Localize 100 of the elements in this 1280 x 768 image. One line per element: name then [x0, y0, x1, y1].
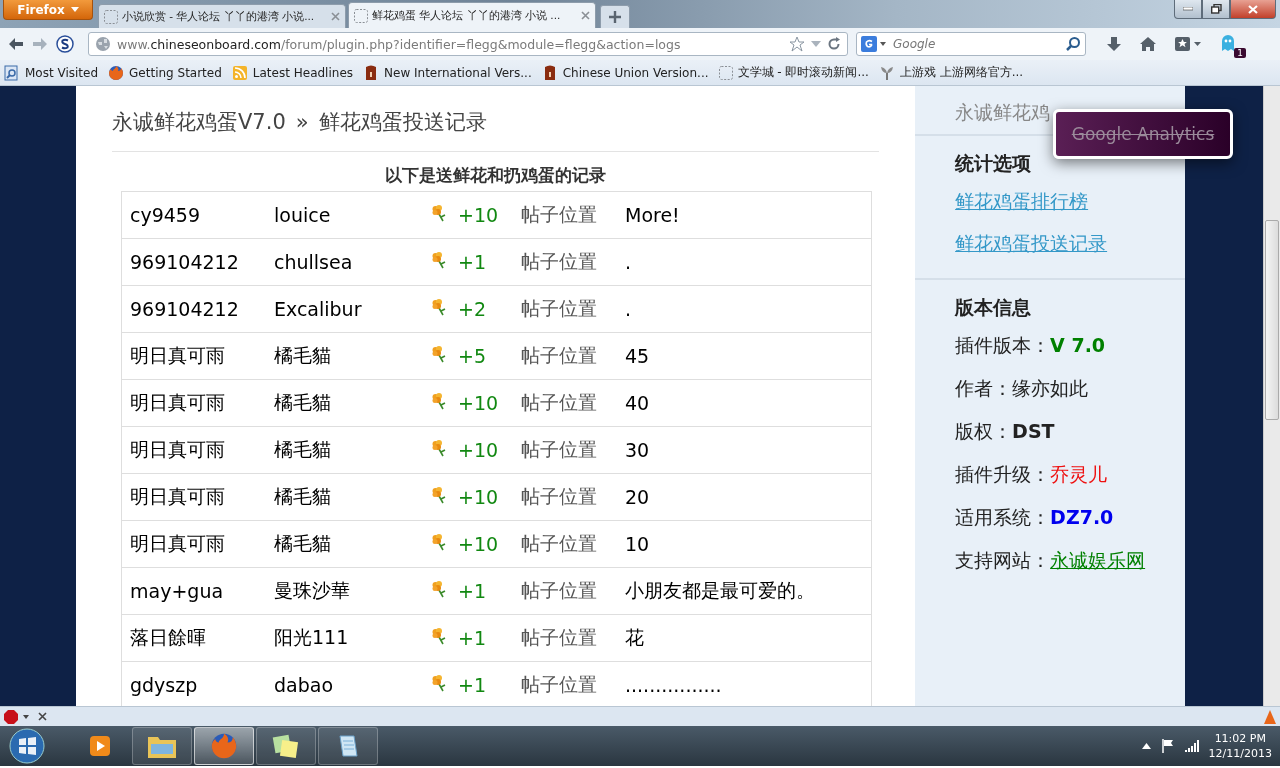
bookmark-link[interactable]: 文学城 - 即时滚动新闻...: [718, 64, 869, 81]
info-value: DST: [1012, 419, 1055, 444]
flower-icon: [430, 439, 448, 457]
post-link[interactable]: 帖子位置: [521, 297, 597, 319]
amount-cell: +1: [458, 580, 486, 602]
amount-cell: +10: [458, 392, 499, 414]
clock-time[interactable]: 11:02 PM: [1208, 731, 1272, 746]
s-logo-icon[interactable]: [56, 35, 74, 53]
firefox-logo-icon: [210, 732, 238, 760]
taskbar-app-button[interactable]: [318, 727, 378, 765]
bookmark-star-icon[interactable]: [789, 36, 805, 52]
bookmark-link[interactable]: Most Visited: [4, 64, 99, 81]
sender-cell: 明日真可雨: [130, 532, 225, 554]
feed-icon: [231, 64, 248, 81]
clock-date[interactable]: 12/11/2013: [1208, 746, 1272, 761]
receiver-cell: Excalibur: [274, 298, 362, 320]
taskbar-app-button[interactable]: [194, 727, 254, 765]
breadcrumb-separator: »: [295, 110, 309, 134]
post-link[interactable]: 帖子位置: [521, 626, 597, 648]
start-button[interactable]: [6, 727, 48, 765]
scrollbar[interactable]: [1263, 86, 1280, 706]
show-hidden-icon[interactable]: [1141, 743, 1151, 749]
receiver-cell: 曼珠沙華: [274, 579, 350, 601]
bookmark-link[interactable]: Getting Started: [108, 64, 222, 81]
post-link[interactable]: 帖子位置: [521, 391, 597, 413]
home-icon[interactable]: [1140, 36, 1156, 52]
info-label: 适用系统：: [955, 505, 1051, 530]
amount-cell: +10: [458, 533, 499, 555]
address-bar[interactable]: www.chineseonboard.com/forum/plugin.php?identifier=flegg&module=flegg&action=logs: [88, 32, 848, 56]
browser-tab[interactable]: 小说欣赏 - 华人论坛 丫丫的港湾 小说...: [98, 4, 346, 28]
receiver-cell: 阳光111: [274, 626, 349, 648]
sender-cell: 969104212: [130, 251, 239, 273]
new-tab-button[interactable]: [600, 5, 630, 28]
post-link[interactable]: 帖子位置: [521, 438, 597, 460]
search-field[interactable]: Google: [856, 32, 1086, 56]
reload-icon[interactable]: [827, 37, 841, 51]
table-caption: 以下是送鲜花和扔鸡蛋的记录: [384, 164, 608, 187]
post-link[interactable]: 帖子位置: [521, 344, 597, 366]
tab-title: 小说欣赏 - 华人论坛 丫丫的港湾 小说...: [122, 9, 316, 24]
plus-icon: [609, 11, 621, 23]
sidebar-title: 永诚鲜花鸡: [955, 101, 1051, 123]
breadcrumb-link[interactable]: 鲜花鸡蛋投送记录: [318, 110, 487, 134]
page-icon: [718, 65, 733, 80]
receiver-cell: 橘毛貓: [274, 438, 331, 460]
website-link[interactable]: 永诚娱乐网: [1050, 539, 1146, 582]
message-cell: 20: [625, 486, 650, 508]
warning-icon[interactable]: [1264, 709, 1276, 724]
google-engine-icon[interactable]: [861, 36, 887, 52]
browser-tab[interactable]: 鲜花鸡蛋 华人论坛 丫丫的港湾 小说 ...: [348, 2, 596, 28]
book-icon: [363, 64, 379, 81]
message-cell: More!: [625, 204, 680, 226]
flower-icon: [430, 486, 448, 504]
flower-icon: [430, 251, 448, 269]
taskbar-app-button[interactable]: [132, 727, 192, 765]
post-link[interactable]: 帖子位置: [521, 250, 597, 272]
bookmark-link[interactable]: 上游戏 上游网络官方...: [878, 64, 1024, 81]
message-cell: 花: [625, 626, 644, 648]
restore-button[interactable]: [1202, 0, 1230, 19]
ghost-icon[interactable]: [1220, 34, 1236, 52]
sender-cell: 明日真可雨: [130, 438, 225, 460]
close-window-button[interactable]: [1230, 0, 1276, 19]
bookmark-link[interactable]: New International Vers...: [363, 64, 532, 81]
notification-badge: 1: [1234, 48, 1246, 58]
search-icon[interactable]: [1065, 36, 1081, 52]
post-link[interactable]: 帖子位置: [521, 485, 597, 507]
minimize-icon: [1183, 7, 1193, 11]
amount-cell: +1: [458, 251, 486, 273]
post-link[interactable]: 帖子位置: [521, 203, 597, 225]
breadcrumb-link[interactable]: 永诚鲜花鸡蛋V7.0: [112, 110, 286, 134]
flag-icon[interactable]: [1160, 739, 1175, 753]
receiver-cell: 橘毛貓: [274, 532, 331, 554]
minimize-button[interactable]: [1174, 0, 1202, 19]
post-link[interactable]: 帖子位置: [521, 532, 597, 554]
info-value: 乔灵儿: [1050, 462, 1108, 487]
close-icon[interactable]: [38, 712, 47, 721]
sender-cell: 落日餘暉: [130, 626, 206, 648]
info-value: V 7.0: [1050, 333, 1106, 358]
signal-icon[interactable]: [1184, 740, 1199, 752]
url-text: www.chineseonboard.com/forum/plugin.php?identifier=flegg&module=flegg&action=logs: [117, 36, 682, 52]
adblock-icon[interactable]: [4, 709, 30, 724]
back-icon[interactable]: [8, 37, 24, 51]
download-icon[interactable]: [1106, 36, 1122, 52]
sender-cell: cy9459: [130, 204, 201, 226]
firefox-logo-icon: [108, 64, 125, 81]
receiver-cell: 橘毛貓: [274, 344, 331, 366]
flower-icon: [430, 580, 448, 598]
post-link[interactable]: 帖子位置: [521, 579, 597, 601]
sender-cell: 明日真可雨: [130, 344, 225, 366]
bookmarks-menu-icon[interactable]: [1174, 36, 1202, 52]
receiver-cell: 橘毛貓: [274, 391, 331, 413]
message-cell: ................: [625, 674, 722, 696]
amount-cell: +1: [458, 674, 486, 696]
taskbar-app-button[interactable]: [256, 727, 316, 765]
close-tab-icon[interactable]: [581, 11, 590, 20]
tab-title: 鲜花鸡蛋 华人论坛 丫丫的港湾 小说 ...: [372, 8, 562, 23]
post-link[interactable]: 帖子位置: [521, 673, 597, 695]
bookmark-link[interactable]: Latest Headlines: [231, 64, 353, 81]
bookmark-link[interactable]: Chinese Union Version...: [541, 64, 709, 81]
close-icon: [1248, 4, 1258, 14]
amount-cell: +10: [458, 439, 499, 461]
